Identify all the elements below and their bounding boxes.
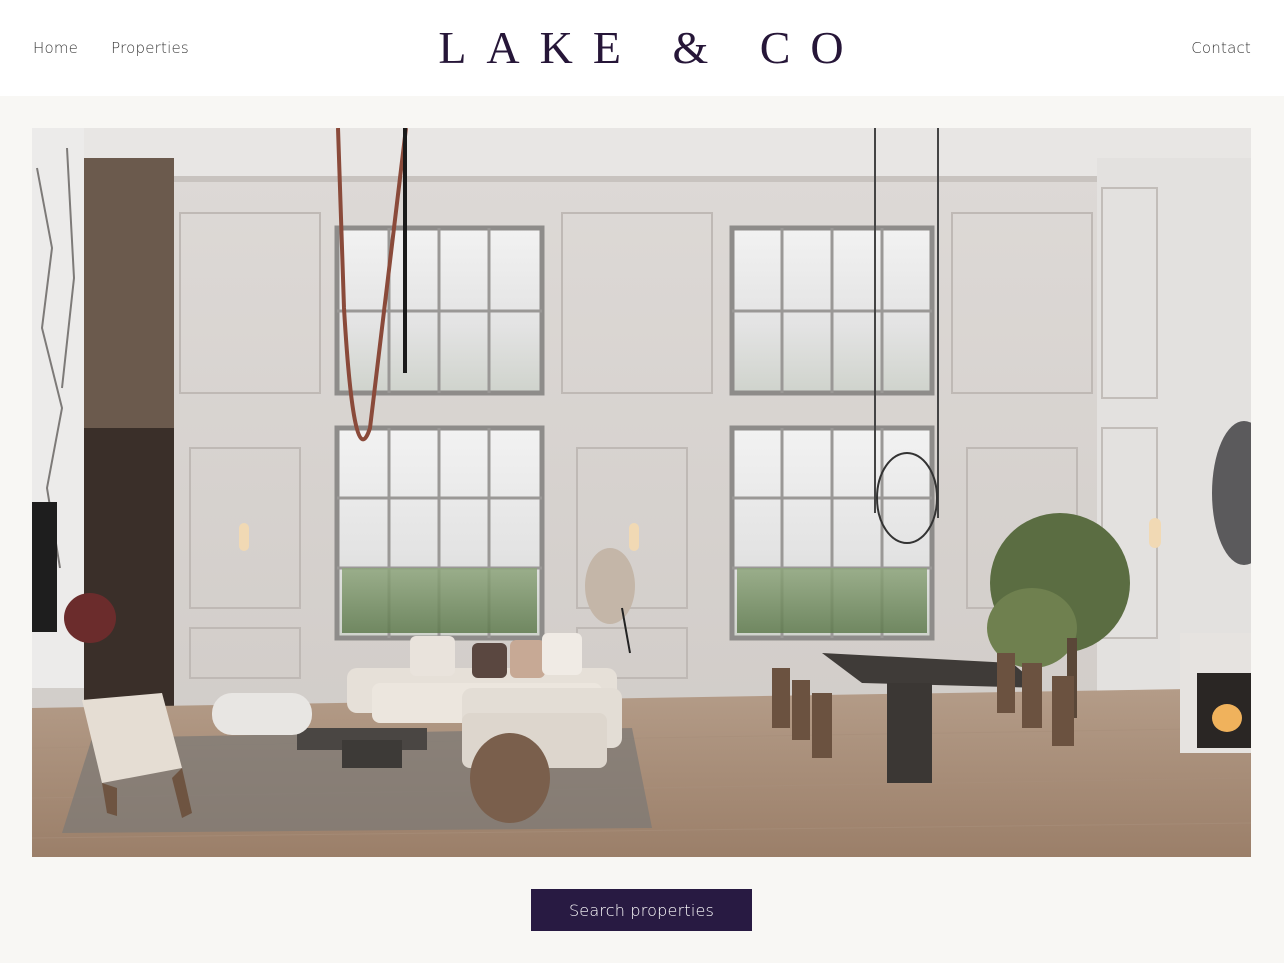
search-properties-button[interactable]: Search properties: [531, 889, 752, 931]
nav-link-contact[interactable]: Contact: [1191, 39, 1251, 57]
hero-image: [32, 128, 1251, 857]
interior-illustration: [32, 128, 1251, 857]
brand-logo[interactable]: LAKE & CO: [0, 22, 1284, 74]
site-header: Home Properties LAKE & CO Contact: [0, 0, 1284, 96]
secondary-nav: Contact: [1191, 39, 1251, 58]
